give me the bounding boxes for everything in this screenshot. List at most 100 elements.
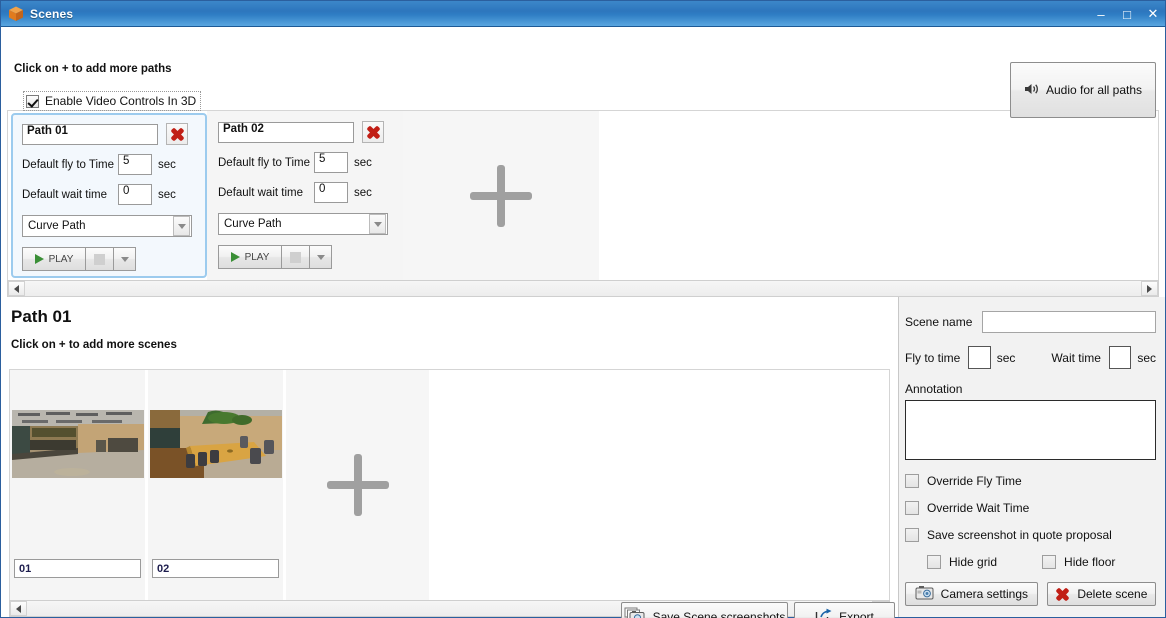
playback-controls: PLAY	[218, 245, 392, 269]
scroll-left-button[interactable]	[8, 281, 25, 296]
scene-name-input[interactable]: 02	[152, 559, 279, 578]
scene-name-input[interactable]: 01	[14, 559, 141, 578]
path-name-input[interactable]: Path 02	[218, 121, 354, 143]
checkbox-box	[927, 555, 941, 569]
audio-for-all-paths-button[interactable]: Audio for all paths	[1010, 62, 1156, 118]
path-card-1[interactable]: Path 01 Default fly to Time 5 sec Defaul…	[11, 113, 207, 278]
audio-button-label: Audio for all paths	[1045, 83, 1143, 97]
fly-to-time-label: Fly to time	[905, 350, 961, 365]
path-name-input[interactable]: Path 01	[22, 123, 158, 145]
play-icon	[230, 252, 240, 262]
add-scene-button[interactable]	[286, 370, 429, 600]
wait-time-unit: sec	[1137, 350, 1156, 365]
red-x-icon	[170, 127, 185, 142]
play-label: PLAY	[48, 253, 74, 265]
plus-icon	[470, 164, 532, 227]
delete-path-button[interactable]	[362, 121, 384, 143]
annotation-textarea[interactable]	[905, 400, 1156, 460]
fly-time-unit: sec	[158, 158, 176, 171]
stop-button[interactable]	[282, 245, 310, 269]
scene-name-input[interactable]	[982, 311, 1156, 333]
save-scene-screenshots-button[interactable]: Save Scene screenshots	[621, 602, 788, 618]
hide-options-row: Hide grid Hide floor	[927, 555, 1156, 569]
wait-time-input[interactable]: 0	[118, 184, 152, 205]
path-type-select[interactable]: Curve Path	[218, 213, 388, 235]
paths-horizontal-scrollbar[interactable]	[7, 280, 1159, 297]
scene-header: Path 01 Click on + to add more scenes	[1, 297, 898, 369]
title-bar: Scenes – □ ✕	[1, 1, 1165, 27]
save-screenshot-quote-checkbox[interactable]: Save screenshot in quote proposal	[905, 528, 1156, 542]
play-label: PLAY	[244, 251, 270, 263]
close-button[interactable]: ✕	[1145, 6, 1161, 22]
page-title: Path 01	[11, 307, 72, 326]
delete-scene-button[interactable]: Delete scene	[1046, 582, 1156, 606]
fly-time-input[interactable]: 5	[314, 152, 348, 173]
wait-time-row: Default wait time 0 sec	[218, 182, 392, 203]
add-path-button[interactable]	[403, 111, 599, 280]
fly-to-time-unit: sec	[996, 350, 1016, 365]
scenes-strip-empty	[429, 370, 889, 600]
wait-time-row: Default wait time 0 sec	[22, 184, 196, 205]
override-fly-time-checkbox[interactable]: Override Fly Time	[905, 474, 1156, 488]
stop-button[interactable]	[86, 247, 114, 271]
stop-icon	[290, 251, 301, 263]
scroll-left-button[interactable]	[10, 601, 27, 616]
scenes-strip: 01 02	[9, 369, 890, 600]
speaker-icon	[1024, 82, 1040, 99]
annotation-label: Annotation	[905, 382, 963, 396]
scene-card-2[interactable]: 02	[148, 370, 283, 600]
export-label: Export	[839, 610, 874, 618]
wait-time-input[interactable]: 0	[314, 182, 348, 203]
path-name-row: Path 01	[22, 123, 196, 145]
path-type-select[interactable]: Curve Path	[22, 215, 192, 237]
path-type-value: Curve Path	[28, 220, 86, 232]
window-controls: – □ ✕	[1093, 1, 1161, 27]
conference-room-render[interactable]	[149, 410, 282, 478]
checkbox-box	[1042, 555, 1057, 569]
wait-time-label: Default wait time	[218, 186, 304, 199]
fly-time-input[interactable]: 5	[118, 154, 152, 175]
camera-settings-label: Camera settings	[940, 587, 1029, 601]
export-arrow-icon	[815, 608, 832, 618]
hide-floor-label: Hide floor	[1064, 555, 1116, 569]
path-card-2[interactable]: Path 02 Default fly to Time 5 sec Defaul…	[207, 111, 403, 280]
export-button[interactable]: Export	[794, 602, 895, 618]
playback-controls: PLAY	[22, 247, 196, 271]
delete-path-button[interactable]	[166, 123, 188, 145]
wait-time-input[interactable]	[1108, 346, 1132, 369]
plus-icon	[326, 454, 389, 516]
scene-name-row: Scene name	[905, 311, 1156, 333]
override-wait-time-checkbox[interactable]: Override Wait Time	[905, 501, 1156, 515]
fly-to-time-input[interactable]	[968, 346, 991, 369]
hide-grid-label: Hide grid	[949, 555, 998, 569]
office-open-space-render[interactable]	[11, 410, 144, 478]
play-button[interactable]: PLAY	[218, 245, 282, 269]
red-x-icon	[366, 125, 381, 140]
play-options-button[interactable]	[114, 247, 136, 271]
scene-card-1[interactable]: 01	[10, 370, 145, 600]
times-row: Fly to time sec Wait time sec	[905, 346, 1156, 369]
maximize-button[interactable]: □	[1119, 6, 1135, 22]
enable-video-controls-checkbox[interactable]: Enable Video Controls In 3D	[23, 91, 202, 111]
wait-time-label: Wait time	[1051, 350, 1101, 365]
chevron-down-icon	[369, 214, 386, 234]
play-button[interactable]: PLAY	[22, 247, 86, 271]
window-title: Scenes	[30, 6, 74, 21]
hide-grid-checkbox[interactable]: Hide grid	[927, 555, 997, 569]
red-x-icon	[1055, 587, 1070, 602]
minimize-button[interactable]: –	[1093, 6, 1109, 22]
top-header: Click on + to add more paths Enable Vide…	[1, 28, 1165, 118]
scene-name-label: Scene name	[905, 315, 973, 329]
scrollbar-track[interactable]	[25, 281, 1141, 296]
scene-properties-panel: Scene name Fly to time sec Wait time sec…	[899, 297, 1165, 617]
paths-hint: Click on + to add more paths	[14, 63, 172, 75]
scroll-right-button[interactable]	[1141, 281, 1158, 296]
scenes-pane: Path 01 Click on + to add more scenes 01…	[1, 297, 899, 618]
checkbox-box	[26, 94, 39, 108]
chevron-down-icon	[120, 256, 129, 262]
hide-floor-checkbox[interactable]: Hide floor	[1042, 555, 1115, 569]
enable-video-controls-label: Enable Video Controls In 3D	[45, 94, 197, 108]
camera-settings-button[interactable]: Camera settings	[905, 582, 1038, 606]
box-3d-icon	[7, 5, 25, 23]
play-options-button[interactable]	[310, 245, 332, 269]
